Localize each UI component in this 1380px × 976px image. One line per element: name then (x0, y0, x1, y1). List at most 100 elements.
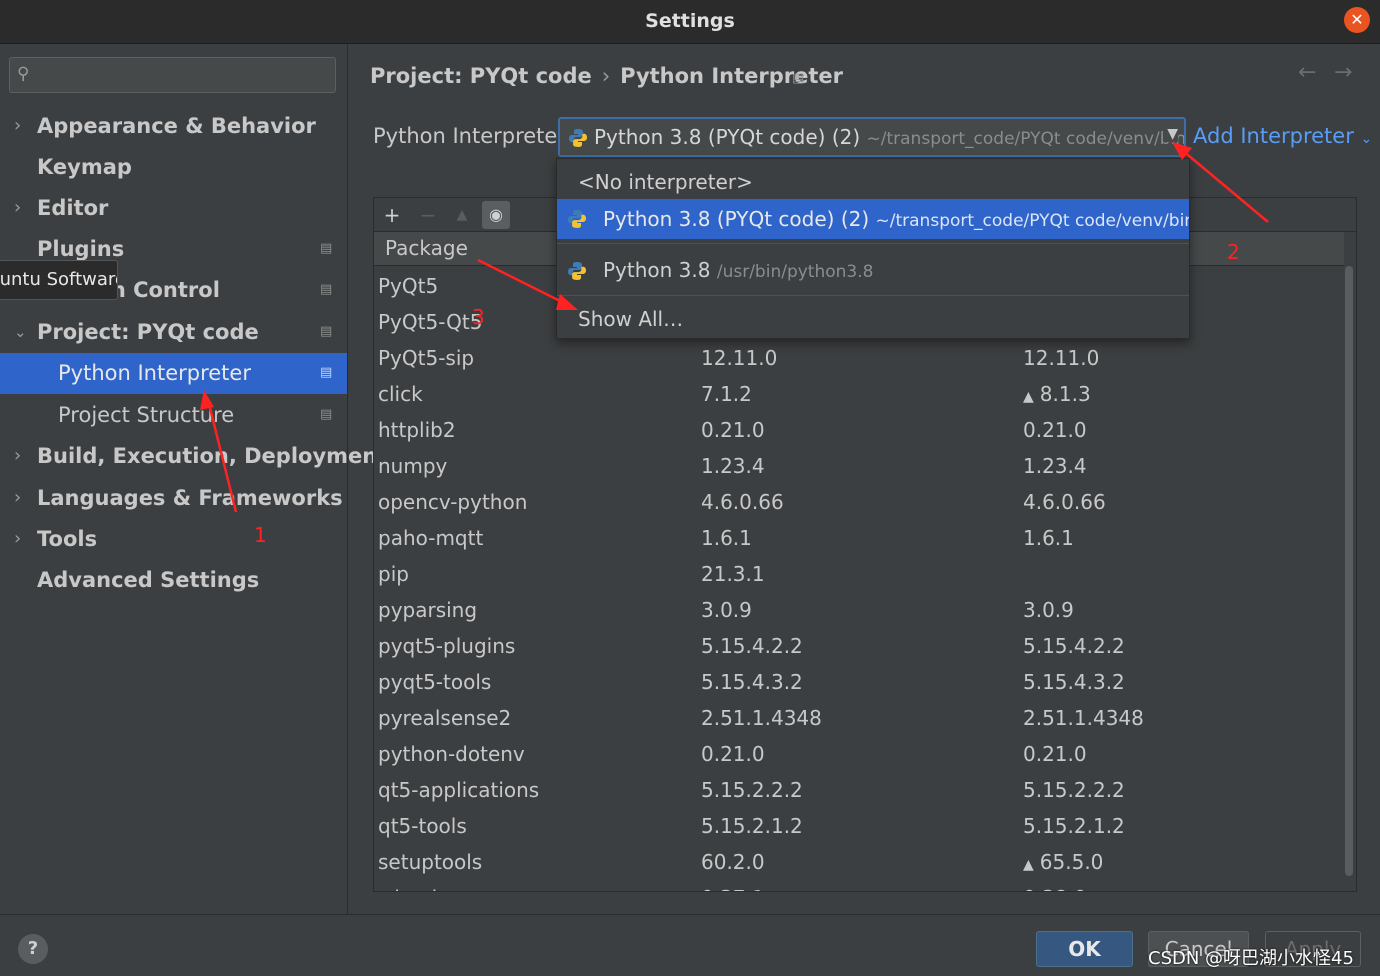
arrow-left-icon[interactable]: ← (1298, 60, 1316, 85)
package-version: 12.11.0 (701, 346, 778, 370)
dropdown-option-show-all[interactable]: Show All… (557, 299, 1189, 338)
sidebar-item-build[interactable]: › Build, Execution, Deployment (0, 436, 387, 476)
dropdown-option-system-python[interactable]: Python 3.8 /usr/bin/python3.8 (557, 249, 1189, 291)
interpreter-select[interactable]: Python 3.8 (PYQt code) (2) ~/transport_c… (558, 117, 1186, 157)
package-latest-version: 5.15.4.2.2 (1023, 628, 1125, 664)
project-config-icon: ▤ (320, 241, 333, 256)
sidebar-item-advanced-settings[interactable]: Advanced Settings (0, 560, 347, 600)
table-row[interactable]: pyrealsense2 2.51.1.4348 2.51.1.4348 (374, 700, 1344, 736)
table-row[interactable]: PyQt5-sip 12.11.0 12.11.0 (374, 340, 1344, 376)
chevron-right-icon: › (14, 197, 22, 218)
sidebar-item-keymap[interactable]: Keymap (0, 147, 347, 187)
window-title: Settings (645, 10, 735, 32)
package-latest-version: 1.23.4 (1023, 448, 1087, 484)
close-icon[interactable]: ✕ (1344, 7, 1370, 33)
upgrade-package-icon[interactable]: ▲ (448, 201, 476, 229)
package-name: click (378, 382, 423, 406)
package-name: opencv-python (378, 490, 528, 514)
table-row[interactable]: pyqt5-tools 5.15.4.3.2 5.15.4.3.2 (374, 664, 1344, 700)
table-row[interactable]: qt5-tools 5.15.2.1.2 5.15.2.1.2 (374, 808, 1344, 844)
breadcrumb-project[interactable]: Project: PYQt code (370, 64, 592, 88)
project-config-icon: ▤ (320, 407, 333, 422)
page-title: Python Interpreter (620, 64, 843, 88)
add-package-icon[interactable]: + (378, 201, 406, 229)
settings-window: Settings ✕ ⚲ › Appearance & Behavior Key… (0, 0, 1380, 976)
help-icon[interactable]: ? (18, 934, 48, 964)
package-version: 5.15.4.2.2 (701, 634, 803, 658)
chevron-down-icon: ⌄ (1360, 131, 1373, 147)
sidebar-item-tools[interactable]: › Tools (0, 519, 347, 559)
interpreter-dropdown-list: <No interpreter> Python 3.8 (PYQt code) … (556, 158, 1190, 339)
latest-version-text: 0.21.0 (1023, 742, 1087, 766)
remove-package-icon[interactable]: − (414, 201, 442, 229)
package-name: pyqt5-plugins (378, 634, 516, 658)
upgrade-available-icon[interactable]: ▲ (1023, 389, 1034, 405)
arrow-right-icon[interactable]: → (1334, 60, 1352, 85)
sidebar-item-project-structure[interactable]: Project Structure ▤ (0, 395, 347, 435)
package-name: pyparsing (378, 598, 478, 622)
dropdown-divider (557, 295, 1189, 296)
package-version: 0.21.0 (701, 742, 765, 766)
package-latest-version: 5.15.4.3.2 (1023, 664, 1125, 700)
package-version: 60.2.0 (701, 850, 765, 874)
latest-version-text: 5.15.4.3.2 (1023, 670, 1125, 694)
package-latest-version: 0.21.0 (1023, 736, 1087, 772)
package-version: 5.15.4.3.2 (701, 670, 803, 694)
watermark: CSDN @呀巴湖小水怪45 (1148, 948, 1354, 969)
table-row[interactable]: pip 21.3.1 (374, 556, 1344, 592)
package-name: pyrealsense2 (378, 706, 512, 730)
package-name: setuptools (378, 850, 483, 874)
package-version: 1.23.4 (701, 454, 765, 478)
upgrade-available-icon[interactable]: ▲ (1023, 857, 1034, 873)
package-name: httplib2 (378, 418, 456, 442)
chevron-down-icon: ⌄ (14, 323, 27, 341)
sidebar-item-appearance[interactable]: › Appearance & Behavior (0, 106, 347, 146)
package-name: paho-mqtt (378, 526, 484, 550)
dropdown-divider (557, 243, 1189, 244)
scrollbar-thumb[interactable] (1345, 266, 1353, 876)
sidebar-item-languages[interactable]: › Languages & Frameworks (0, 478, 347, 518)
package-name: numpy (378, 454, 448, 478)
package-version: 0.37.1 (701, 880, 765, 891)
project-config-icon: ▤ (792, 71, 805, 86)
dropdown-option-no-interpreter[interactable]: <No interpreter> (557, 165, 1189, 199)
package-version: 5.15.2.2.2 (701, 778, 803, 802)
table-row[interactable]: pyparsing 3.0.9 3.0.9 (374, 592, 1344, 628)
ok-button[interactable]: OK (1036, 931, 1133, 967)
table-row[interactable]: httplib2 0.21.0 0.21.0 (374, 412, 1344, 448)
eye-icon[interactable]: ◉ (482, 201, 510, 229)
latest-version-text: 0.21.0 (1023, 418, 1087, 442)
vertical-scrollbar[interactable] (1342, 266, 1356, 891)
table-row[interactable]: pyqt5-plugins 5.15.4.2.2 5.15.4.2.2 (374, 628, 1344, 664)
chevron-right-icon: › (14, 487, 22, 508)
chevron-right-icon: › (14, 528, 22, 549)
package-latest-version: ▲ 65.5.0 (1023, 844, 1103, 883)
latest-version-text: 2.51.1.4348 (1023, 706, 1144, 730)
table-row[interactable]: wheel 0.37.1 0.38.0 (374, 880, 1344, 891)
package-name: pyqt5-tools (378, 670, 492, 694)
table-row[interactable]: setuptools 60.2.0 ▲ 65.5.0 (374, 844, 1344, 880)
dropdown-option-venv[interactable]: Python 3.8 (PYQt code) (2) ~/transport_c… (557, 199, 1189, 239)
sidebar-item-editor[interactable]: › Editor (0, 188, 347, 228)
table-row[interactable]: numpy 1.23.4 1.23.4 (374, 448, 1344, 484)
latest-version-text: 1.6.1 (1023, 526, 1074, 550)
table-row[interactable]: paho-mqtt 1.6.1 1.6.1 (374, 520, 1344, 556)
package-latest-version: 0.38.0 (1023, 880, 1087, 891)
package-name: PyQt5-sip (378, 346, 475, 370)
table-row[interactable]: qt5-applications 5.15.2.2.2 5.15.2.2.2 (374, 772, 1344, 808)
package-version: 7.1.2 (701, 382, 752, 406)
python-icon (568, 210, 586, 228)
column-header-package[interactable]: Package (385, 236, 468, 260)
package-latest-version: 1.6.1 (1023, 520, 1074, 556)
package-name: python-dotenv (378, 742, 525, 766)
table-row[interactable]: opencv-python 4.6.0.66 4.6.0.66 (374, 484, 1344, 520)
sidebar-item-project[interactable]: ⌄ Project: PYQt code ▤ (0, 312, 347, 352)
title-bar: Settings ✕ (0, 0, 1380, 44)
python-icon (569, 129, 587, 147)
chevron-right-icon: › (14, 445, 22, 466)
add-interpreter-link[interactable]: Add Interpreter ⌄ (1193, 124, 1372, 148)
sidebar-item-python-interpreter[interactable]: Python Interpreter ▤ (0, 353, 347, 394)
search-input[interactable]: ⚲ (9, 57, 336, 93)
table-row[interactable]: click 7.1.2 ▲ 8.1.3 (374, 376, 1344, 412)
table-row[interactable]: python-dotenv 0.21.0 0.21.0 (374, 736, 1344, 772)
